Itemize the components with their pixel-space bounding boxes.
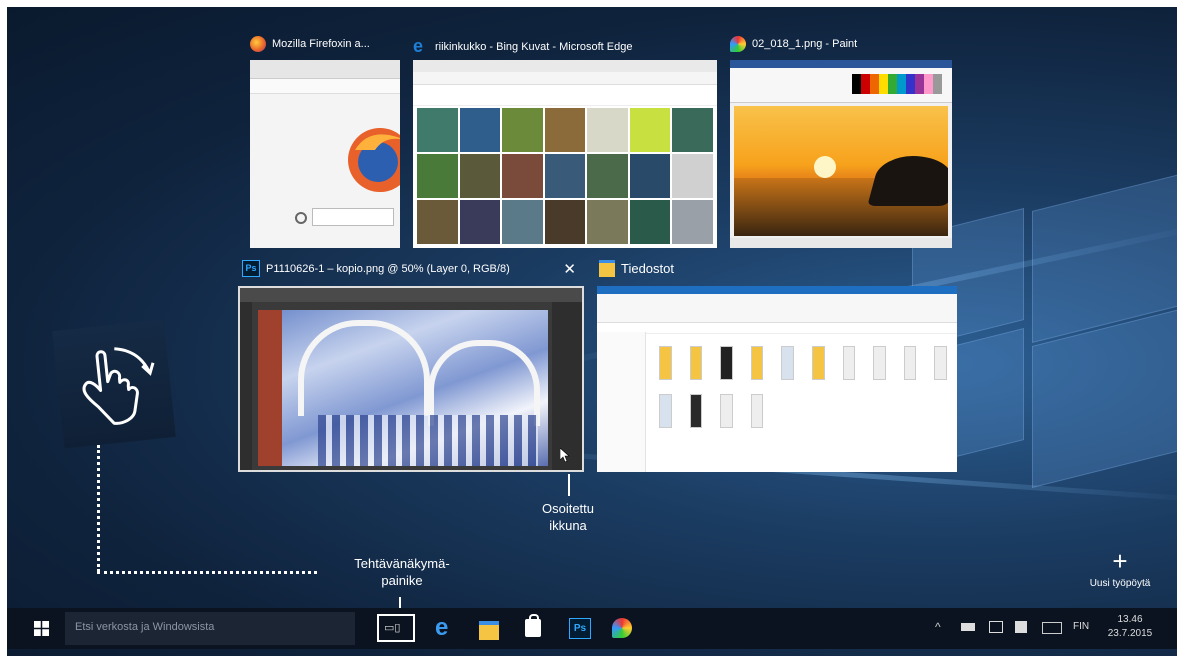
close-window-button[interactable]: ✕ bbox=[563, 260, 576, 278]
window-title: riikinkukko - Bing Kuvat - Microsoft Edg… bbox=[435, 40, 633, 53]
task-view-icon: ▭▯ bbox=[384, 622, 401, 634]
image-result-tile bbox=[502, 108, 543, 152]
image-result-tile bbox=[544, 200, 586, 244]
new-desktop-button[interactable]: + Uusi työpöytä bbox=[1080, 548, 1160, 594]
image-result-tile bbox=[587, 200, 628, 244]
network-icon[interactable] bbox=[989, 621, 1003, 633]
file-item-icon bbox=[659, 346, 672, 380]
action-center-icon[interactable] bbox=[1015, 621, 1027, 633]
image-result-tile bbox=[502, 154, 543, 198]
file-grid bbox=[653, 342, 953, 432]
window-title: Mozilla Firefoxin a... bbox=[272, 38, 370, 50]
file-item-icon bbox=[689, 394, 703, 428]
file-item-icon bbox=[781, 346, 794, 380]
annotation-dotted-line bbox=[97, 445, 100, 572]
image-result-tile bbox=[587, 154, 628, 198]
annotation-dotted-line bbox=[97, 571, 317, 574]
window-thumbnail bbox=[597, 286, 957, 472]
clock[interactable]: 13.46 23.7.2015 bbox=[1095, 613, 1165, 641]
paint-icon bbox=[730, 36, 746, 52]
image-result-tile bbox=[544, 154, 586, 198]
annotation-task-view-button: Tehtävänäkymä- painike bbox=[354, 556, 450, 588]
sunset-image bbox=[734, 106, 948, 236]
image-results-grid bbox=[417, 108, 713, 244]
firefox-logo-icon bbox=[348, 128, 400, 192]
file-item-icon bbox=[659, 394, 672, 428]
window-thumbnail bbox=[250, 60, 400, 248]
photoshop-taskbar-icon[interactable]: Ps bbox=[569, 618, 591, 639]
paint-taskbar-icon[interactable] bbox=[612, 618, 632, 638]
file-item-icon bbox=[842, 346, 856, 380]
annotation-pointed-window: Osoitettu ikkuna bbox=[541, 501, 595, 533]
photoshop-icon: Ps bbox=[242, 260, 260, 277]
mosque-photo bbox=[258, 310, 548, 466]
file-item-icon bbox=[934, 346, 947, 380]
battery-icon[interactable] bbox=[961, 623, 975, 631]
image-result-tile bbox=[672, 108, 713, 152]
file-item-icon bbox=[720, 394, 733, 428]
plus-icon: + bbox=[1112, 546, 1128, 576]
image-result-tile bbox=[672, 200, 713, 244]
window-title: P1110626-1 – kopio.png @ 50% (Layer 0, R… bbox=[266, 262, 510, 275]
image-result-tile bbox=[672, 154, 713, 198]
window-title: 02_018_1.png - Paint bbox=[752, 38, 858, 50]
taskbar: Etsi verkosta ja Windowsista ▭▯ e Ps ^ F… bbox=[7, 608, 1177, 649]
edge-icon[interactable]: e bbox=[435, 614, 455, 641]
window-firefox[interactable]: Mozilla Firefoxin a... bbox=[250, 36, 400, 248]
clock-time: 13.46 bbox=[1117, 614, 1143, 625]
file-item-icon bbox=[750, 394, 764, 428]
window-photoshop[interactable]: Ps P1110626-1 – kopio.png @ 50% (Layer 0… bbox=[238, 258, 584, 472]
image-result-tile bbox=[417, 154, 458, 198]
file-item-icon bbox=[812, 346, 825, 380]
clock-date: 23.7.2015 bbox=[1107, 628, 1153, 639]
language-indicator[interactable]: FIN bbox=[1073, 621, 1089, 632]
window-paint[interactable]: 02_018_1.png - Paint bbox=[730, 36, 952, 248]
hand-swipe-icon bbox=[82, 347, 155, 425]
image-result-tile bbox=[587, 108, 628, 152]
search-input[interactable]: Etsi verkosta ja Windowsista bbox=[75, 621, 214, 633]
window-edge[interactable]: e riikinkukko - Bing Kuvat - Microsoft E… bbox=[413, 36, 717, 248]
image-result-tile bbox=[459, 154, 501, 198]
image-result-tile bbox=[629, 108, 671, 152]
show-hidden-icons-chevron[interactable]: ^ bbox=[935, 620, 941, 634]
image-result-tile bbox=[629, 154, 671, 198]
task-view-button[interactable]: ▭▯ bbox=[377, 614, 415, 642]
store-icon[interactable] bbox=[525, 614, 541, 637]
file-item-icon bbox=[873, 346, 886, 380]
keyboard-icon[interactable] bbox=[1042, 622, 1062, 634]
edge-icon: e bbox=[413, 36, 424, 56]
file-explorer-icon[interactable] bbox=[479, 621, 499, 640]
swipe-gesture-graphic bbox=[52, 319, 176, 449]
file-item-icon bbox=[903, 346, 917, 380]
window-file-explorer[interactable]: Tiedostot bbox=[597, 258, 957, 472]
window-thumbnail bbox=[730, 60, 952, 248]
start-windows-icon[interactable] bbox=[34, 621, 49, 636]
image-result-tile bbox=[544, 108, 586, 152]
search-icon bbox=[295, 212, 307, 224]
annotation-pointer-line bbox=[568, 474, 570, 496]
folder-icon bbox=[599, 260, 615, 277]
image-result-tile bbox=[629, 200, 671, 244]
search-box[interactable]: Etsi verkosta ja Windowsista bbox=[65, 612, 355, 645]
image-result-tile bbox=[417, 200, 458, 244]
file-item-icon bbox=[689, 346, 703, 380]
window-thumbnail bbox=[413, 60, 717, 248]
image-result-tile bbox=[459, 108, 501, 152]
image-result-tile bbox=[459, 200, 501, 244]
image-result-tile bbox=[502, 200, 543, 244]
new-desktop-label: Uusi työpöytä bbox=[1089, 578, 1151, 589]
window-title: Tiedostot bbox=[621, 261, 674, 276]
mouse-cursor-icon bbox=[560, 448, 570, 462]
window-thumbnail bbox=[238, 286, 584, 472]
file-item-icon bbox=[750, 346, 764, 380]
firefox-icon bbox=[250, 36, 266, 52]
image-result-tile bbox=[417, 108, 458, 152]
file-item-icon bbox=[720, 346, 733, 380]
